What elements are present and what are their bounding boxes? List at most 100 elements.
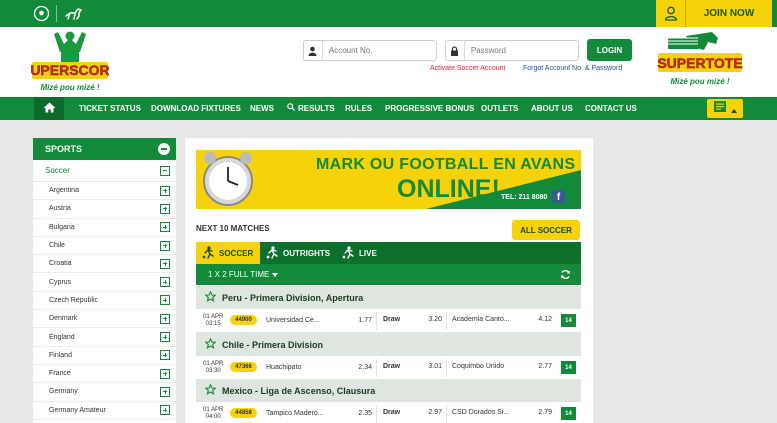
sidebar-item-germany-amateur[interactable]: Germany Amateur — [33, 402, 176, 420]
star-icon[interactable] — [204, 383, 217, 397]
login-button[interactable]: LOGIN — [587, 39, 632, 61]
expand-icon[interactable] — [160, 185, 170, 196]
sidebar-item-soccer[interactable]: Soccer — [33, 160, 176, 182]
expand-icon[interactable] — [160, 313, 170, 324]
divider — [56, 5, 57, 22]
nav-rules[interactable]: RULES — [345, 97, 372, 120]
tab-outrights[interactable]: OUTRIGHTS — [260, 242, 336, 264]
sidebar-item-czech-republic[interactable]: Czech Republic — [33, 292, 176, 311]
sidebar-item-england[interactable]: England — [33, 328, 176, 347]
home-odds-button[interactable]: 2.35 — [356, 410, 372, 417]
home-team: Tampico Madero... — [266, 410, 324, 417]
away-team: CSD Dorados Si... — [452, 409, 510, 416]
market-selector[interactable]: 1 X 2 FULL TIME — [196, 264, 581, 285]
expand-icon[interactable] — [160, 368, 170, 379]
soccer-player-icon — [342, 245, 355, 261]
caret-up-icon — [731, 100, 737, 118]
user-icon — [656, 0, 686, 27]
more-markets-button[interactable]: 14 — [561, 407, 576, 420]
account-number-input[interactable] — [322, 41, 436, 60]
facebook-icon[interactable]: f — [552, 190, 565, 203]
expand-icon[interactable] — [160, 386, 170, 397]
sidebar-item-germany[interactable]: Germany — [33, 383, 176, 402]
home-odds-button[interactable]: 2.34 — [356, 364, 372, 371]
nav-contact-us[interactable]: CONTACT US — [585, 97, 637, 120]
match-datetime: 01 APR 03:15 — [203, 314, 224, 327]
sports-header[interactable]: SPORTS — [33, 138, 176, 160]
nav-outlets[interactable]: OUTLETS — [481, 97, 518, 120]
country-label: France — [49, 370, 71, 378]
nav-progressive-bonus[interactable]: PROGRESSIVE BONUS — [385, 97, 474, 120]
sidebar-item-denmark[interactable]: Denmark — [33, 310, 176, 329]
top-bar: JOIN NOW — [0, 0, 777, 27]
more-markets-button[interactable]: 14 — [561, 314, 576, 327]
join-now-button[interactable]: JOIN NOW — [656, 0, 772, 27]
nav-about-us[interactable]: ABOUT US — [531, 97, 573, 120]
tab-live[interactable]: LIVE — [336, 242, 383, 264]
expand-icon[interactable] — [160, 240, 170, 251]
supertote-logo[interactable]: SUPERTOTE Mizé pou mizé ! — [656, 32, 744, 92]
account-number-field[interactable] — [303, 40, 437, 61]
sidebar-item-france[interactable]: France — [33, 365, 176, 384]
password-field[interactable] — [445, 40, 579, 61]
all-soccer-button[interactable]: ALL SOCCER — [512, 220, 580, 240]
league-header[interactable]: Mexico - Liga de Ascenso, Clausura — [196, 379, 581, 402]
home-odds-button[interactable]: 1.77 — [356, 317, 372, 324]
soccer-ball-icon[interactable] — [33, 5, 50, 22]
country-label: Austria — [49, 205, 71, 213]
sidebar-item-argentina[interactable]: Argentina — [33, 182, 176, 201]
star-icon[interactable] — [204, 290, 217, 304]
collapse-icon[interactable] — [158, 143, 170, 155]
match-row: 01 APR 03:30 47366 Huachipato 2.34 Draw 3… — [196, 356, 581, 380]
country-label: Germany Amateur — [49, 406, 106, 414]
more-markets-button[interactable]: 14 — [561, 361, 576, 374]
nav-results[interactable]: RESULTS — [287, 97, 335, 120]
banner-headline: MARK OU FOOTBALL EN AVANS — [316, 156, 576, 173]
betslip-toggle-button[interactable] — [707, 99, 743, 118]
home-button[interactable] — [34, 97, 64, 120]
match-datetime: 01 APR 04:00 — [203, 407, 224, 420]
draw-odds-button[interactable]: 3.20 — [426, 316, 442, 323]
horse-racing-icon[interactable] — [64, 5, 84, 22]
expand-icon[interactable] — [160, 295, 170, 306]
draw-odds-button[interactable]: 3.01 — [426, 363, 442, 370]
collapse-icon[interactable] — [160, 165, 170, 176]
expand-icon[interactable] — [160, 277, 170, 288]
soccer-player-icon — [202, 245, 215, 261]
league-header[interactable]: Chile - Primera Division — [196, 333, 581, 356]
sidebar-item-finland[interactable]: Finland — [33, 347, 176, 365]
away-odds-button[interactable]: 2.79 — [536, 409, 552, 416]
nav-download-fixtures[interactable]: DOWNLOAD FIXTURES — [151, 97, 241, 120]
expand-icon[interactable] — [160, 332, 170, 343]
refresh-icon[interactable] — [560, 269, 571, 282]
sidebar-item-bulgaria[interactable]: Bulgaria — [33, 219, 176, 237]
tab-outrights-label: OUTRIGHTS — [283, 248, 331, 258]
away-odds-button[interactable]: 4.12 — [536, 316, 552, 323]
away-odds-button[interactable]: 2.77 — [536, 363, 552, 370]
password-input[interactable] — [464, 41, 578, 60]
nav-ticket-status[interactable]: TICKET STATUS — [79, 97, 141, 120]
sports-sidebar: SPORTS Soccer Argentina Austria Bulgaria… — [33, 138, 176, 423]
expand-icon[interactable] — [160, 222, 170, 233]
tab-soccer[interactable]: SOCCER — [196, 242, 260, 264]
superscore-logo[interactable]: SUPERSCORE Mizé pou mizé ! — [21, 30, 119, 94]
league-header[interactable]: Peru - Primera Division, Apertura — [196, 286, 581, 309]
sidebar-item-austria[interactable]: Austria — [33, 200, 176, 219]
draw-label: Draw — [383, 363, 401, 370]
draw-odds-button[interactable]: 2.97 — [426, 409, 442, 416]
divider — [376, 359, 377, 377]
nav-news[interactable]: NEWS — [250, 97, 274, 120]
sidebar-item-croatia[interactable]: Croatia — [33, 255, 176, 274]
activate-account-link[interactable]: Activate Soccer Account — [430, 65, 505, 72]
nav-results-label: RESULTS — [298, 104, 335, 113]
expand-icon[interactable] — [160, 258, 170, 269]
expand-icon[interactable] — [160, 350, 170, 361]
promo-banner[interactable]: MARK OU FOOTBALL EN AVANS ONLINE! TEL: 2… — [196, 150, 581, 209]
sidebar-item-cyprus[interactable]: Cyprus — [33, 273, 176, 292]
forgot-credentials-link[interactable]: Forgot Account No. & Password — [523, 65, 622, 72]
expand-icon[interactable] — [160, 405, 170, 416]
star-icon[interactable] — [204, 337, 217, 351]
divider — [446, 312, 447, 330]
expand-icon[interactable] — [160, 203, 170, 214]
sidebar-item-chile[interactable]: Chile — [33, 237, 176, 256]
